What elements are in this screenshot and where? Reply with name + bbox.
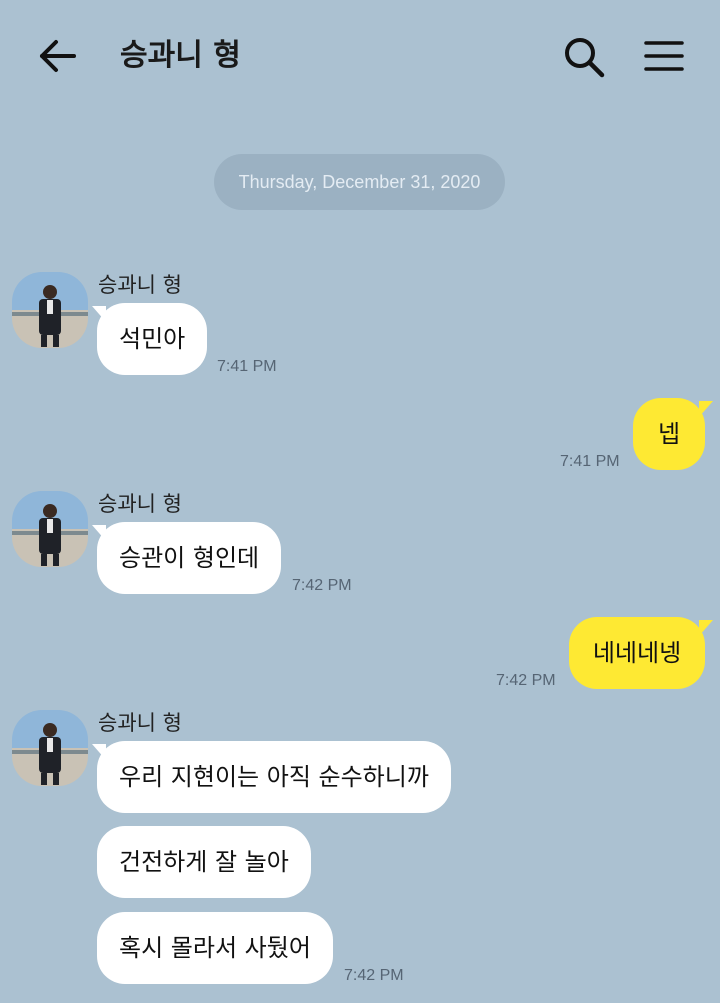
message-bubble[interactable]: 네네네넹 [569,617,705,689]
menu-button[interactable] [640,36,688,76]
avatar[interactable] [12,272,88,348]
search-button[interactable] [560,34,608,80]
message-time: 7:41 PM [560,453,620,470]
message-bubble[interactable]: 우리 지현이는 아직 순수하니까 [97,741,451,813]
date-divider: Thursday, December 31, 2020 [214,154,505,210]
sender-name: 승과니 형 [98,273,182,297]
avatar[interactable] [12,710,88,786]
hamburger-menu-icon [644,41,684,71]
message-time: 7:42 PM [344,967,404,984]
message-bubble[interactable]: 석민아 [97,303,208,375]
message-bubble[interactable]: 넵 [633,398,705,470]
chat-header: 승과니 형 [0,0,720,112]
sender-name: 승과니 형 [98,711,182,735]
bubble-tail [699,620,713,636]
profile-photo [12,710,88,786]
back-button[interactable] [34,34,82,78]
message-time: 7:41 PM [217,358,277,375]
sender-name: 승과니 형 [98,492,182,516]
profile-photo [12,491,88,567]
chat-title: 승과니 형 [120,38,241,73]
message-bubble[interactable]: 승관이 형인데 [97,522,282,594]
profile-photo [12,272,88,348]
message-bubble[interactable]: 혹시 몰라서 사뒀어 [97,912,333,984]
search-icon [565,38,605,78]
message-bubble[interactable]: 건전하게 잘 놀아 [97,826,311,898]
bubble-tail [699,401,713,417]
avatar[interactable] [12,491,88,567]
message-time: 7:42 PM [292,577,352,594]
arrow-left-icon [40,40,76,72]
message-time: 7:42 PM [496,672,556,689]
